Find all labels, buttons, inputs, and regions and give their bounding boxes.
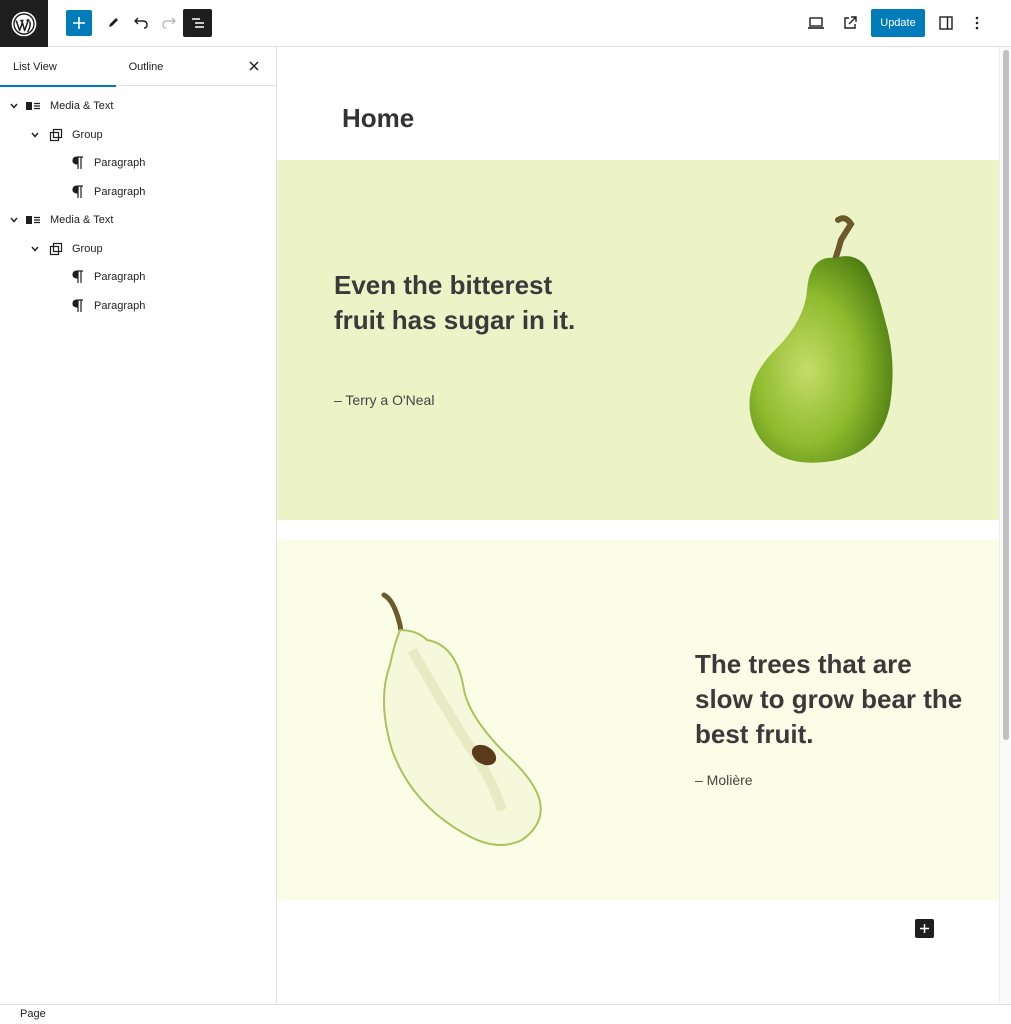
list-item-paragraph[interactable]: Paragraph <box>0 151 276 175</box>
tools-button[interactable] <box>102 10 124 36</box>
chevron-down-icon[interactable] <box>30 130 40 140</box>
list-item-label: Paragraph <box>94 300 146 312</box>
page-title[interactable]: Home <box>342 103 414 134</box>
settings-sidebar-button[interactable] <box>934 10 958 36</box>
media-text-block[interactable]: The trees that are slow to grow bear the… <box>277 540 999 900</box>
group-icon <box>48 242 64 256</box>
tab-list-view-label: List View <box>13 60 57 73</box>
media-text-icon <box>25 213 41 227</box>
add-block-button[interactable] <box>915 919 934 938</box>
list-item-paragraph[interactable]: Paragraph <box>0 265 276 289</box>
close-icon <box>249 61 259 71</box>
list-item-media-text[interactable]: Media & Text <box>0 94 276 118</box>
scrollbar-thumb[interactable] <box>1003 50 1009 740</box>
list-item-label: Group <box>72 129 103 141</box>
laptop-icon <box>808 17 824 29</box>
paragraph-icon <box>70 156 86 170</box>
halved-pear-image[interactable] <box>372 590 572 850</box>
wordpress-logo-icon <box>11 11 37 36</box>
view-post-button[interactable] <box>838 10 862 36</box>
editor-canvas: Home Even the bitterest fruit has sugar … <box>277 47 999 1004</box>
pencil-icon <box>109 18 118 27</box>
quote-paragraph[interactable]: Even the bitterest fruit has sugar in it… <box>334 268 604 338</box>
citation-paragraph[interactable]: – Terry a O'Neal <box>334 392 434 408</box>
list-item-paragraph[interactable]: Paragraph <box>0 294 276 318</box>
quote-paragraph[interactable]: The trees that are slow to grow bear the… <box>695 647 975 752</box>
whole-pear-image[interactable] <box>715 210 905 470</box>
list-item-label: Media & Text <box>50 100 114 112</box>
paragraph-icon <box>70 185 86 199</box>
close-sidebar-button[interactable] <box>246 58 262 74</box>
tab-list-view[interactable]: List View <box>0 47 116 87</box>
plus-icon <box>73 17 85 29</box>
media-text-block[interactable]: Even the bitterest fruit has sugar in it… <box>277 160 999 520</box>
external-link-icon <box>844 16 857 29</box>
update-button-label: Update <box>880 17 916 29</box>
chevron-down-icon[interactable] <box>9 215 19 225</box>
footer-breadcrumb-bar: Page <box>0 1004 1011 1024</box>
group-icon <box>48 128 64 142</box>
sidebar-tabs: List View Outline <box>0 47 276 87</box>
chevron-down-icon[interactable] <box>30 244 40 254</box>
media-text-icon <box>25 99 41 113</box>
list-view-icon <box>191 18 204 28</box>
list-view-sidebar: List View Outline Media & Text Group Par… <box>0 47 277 1004</box>
chevron-down-icon[interactable] <box>9 101 19 111</box>
redo-button[interactable] <box>158 10 180 36</box>
paragraph-icon <box>70 299 86 313</box>
list-view-toggle-button[interactable] <box>183 9 212 37</box>
update-button[interactable]: Update <box>871 9 925 37</box>
tab-outline-label: Outline <box>128 60 164 73</box>
sidebar-icon <box>939 16 953 30</box>
list-item-group[interactable]: Group <box>0 123 276 147</box>
editor-toolbar: Update <box>0 0 1011 47</box>
list-item-media-text[interactable]: Media & Text <box>0 208 276 232</box>
list-item-group[interactable]: Group <box>0 237 276 261</box>
list-item-label: Paragraph <box>94 157 146 169</box>
list-item-label: Paragraph <box>94 271 146 283</box>
list-item-label: Media & Text <box>50 214 114 226</box>
preview-button[interactable] <box>804 10 828 36</box>
list-item-paragraph[interactable]: Paragraph <box>0 180 276 204</box>
paragraph-icon <box>70 270 86 284</box>
options-button[interactable] <box>966 10 988 36</box>
wordpress-logo-button[interactable] <box>0 0 48 47</box>
breadcrumb-page[interactable]: Page <box>20 1008 46 1020</box>
tab-outline[interactable]: Outline <box>116 47 176 86</box>
undo-icon <box>134 17 148 29</box>
block-editor: Update List View Outline Media & Text Gr… <box>0 0 1011 1024</box>
plus-icon <box>920 924 929 933</box>
list-item-label: Group <box>72 243 103 255</box>
undo-button[interactable] <box>130 10 152 36</box>
redo-icon <box>162 17 176 29</box>
block-inserter-button[interactable] <box>66 10 92 36</box>
list-item-label: Paragraph <box>94 186 146 198</box>
citation-paragraph[interactable]: – Molière <box>695 772 753 788</box>
canvas-scrollbar[interactable] <box>999 47 1011 1004</box>
more-vertical-icon <box>975 16 979 30</box>
